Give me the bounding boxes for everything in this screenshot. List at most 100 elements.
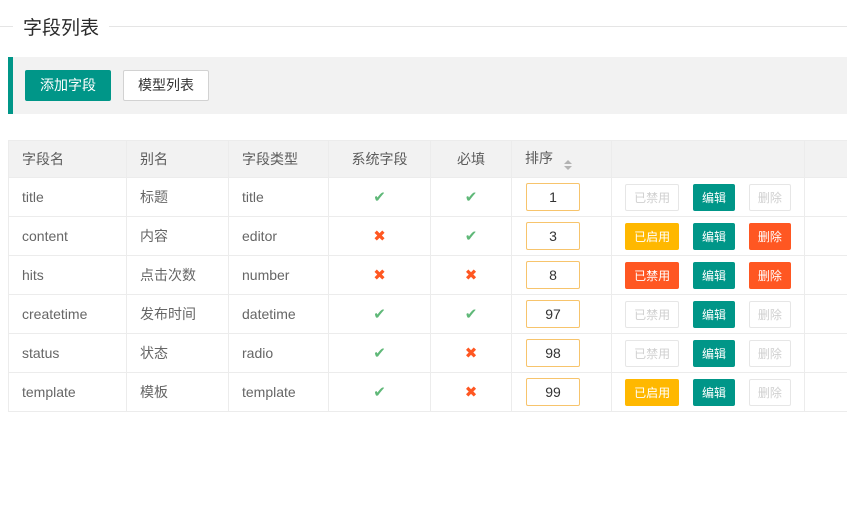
col-header-required: 必填	[431, 141, 512, 178]
table-row: template 模板 template 已启用 编辑 删除	[9, 373, 847, 412]
col-header-alias: 别名	[127, 141, 229, 178]
edit-button[interactable]: 编辑	[693, 262, 735, 289]
delete-button[interactable]: 删除	[749, 262, 791, 289]
title-rule-right	[109, 26, 847, 27]
col-header-sort[interactable]: 排序	[512, 141, 612, 178]
sort-cell	[512, 373, 612, 412]
page-title: 字段列表	[23, 13, 99, 40]
actions-cell: 已禁用 编辑 删除	[612, 256, 805, 295]
status-toggle-button: 已禁用	[625, 340, 679, 367]
field-type-cell: editor	[229, 217, 329, 256]
field-name-cell: content	[9, 217, 127, 256]
required-mark	[465, 306, 478, 323]
spacer-cell	[805, 373, 847, 412]
sort-cell	[512, 217, 612, 256]
alias-cell: 模板	[127, 373, 229, 412]
sort-cell	[512, 256, 612, 295]
table-row: createtime 发布时间 datetime 已禁用 编辑 删除	[9, 295, 847, 334]
field-name-cell: status	[9, 334, 127, 373]
sort-cell	[512, 295, 612, 334]
delete-button: 删除	[749, 184, 791, 211]
system-field-cell	[329, 295, 431, 334]
field-name-cell: template	[9, 373, 127, 412]
sort-input[interactable]	[526, 300, 580, 328]
field-type-cell: title	[229, 178, 329, 217]
add-field-button[interactable]: 添加字段	[25, 70, 111, 101]
status-toggle-button[interactable]: 已启用	[625, 223, 679, 250]
required-cell	[431, 295, 512, 334]
required-cell	[431, 178, 512, 217]
status-toggle-button[interactable]: 已禁用	[625, 262, 679, 289]
status-toggle-button: 已禁用	[625, 301, 679, 328]
system-field-cell	[329, 178, 431, 217]
edit-button[interactable]: 编辑	[693, 223, 735, 250]
title-rule-left	[0, 26, 13, 27]
sort-input[interactable]	[526, 222, 580, 250]
system-field-mark	[373, 384, 386, 401]
system-field-cell	[329, 217, 431, 256]
actions-cell: 已启用 编辑 删除	[612, 373, 805, 412]
system-field-mark	[373, 267, 386, 284]
field-name-cell: title	[9, 178, 127, 217]
table-row: hits 点击次数 number 已禁用 编辑 删除	[9, 256, 847, 295]
col-header-system-field: 系统字段	[329, 141, 431, 178]
required-cell	[431, 217, 512, 256]
spacer-cell	[805, 178, 847, 217]
delete-button[interactable]: 删除	[749, 223, 791, 250]
alias-cell: 状态	[127, 334, 229, 373]
edit-button[interactable]: 编辑	[693, 301, 735, 328]
system-field-mark	[373, 306, 386, 323]
actions-cell: 已禁用 编辑 删除	[612, 178, 805, 217]
required-cell	[431, 256, 512, 295]
spacer-cell	[805, 295, 847, 334]
col-header-sort-label: 排序	[525, 150, 553, 166]
sort-input[interactable]	[526, 378, 580, 406]
required-cell	[431, 373, 512, 412]
spacer-cell	[805, 256, 847, 295]
required-mark	[465, 345, 478, 362]
edit-button[interactable]: 编辑	[693, 340, 735, 367]
sort-input[interactable]	[526, 339, 580, 367]
toolbar: 添加字段 模型列表	[8, 57, 847, 114]
system-field-mark	[373, 228, 386, 245]
actions-cell: 已启用 编辑 删除	[612, 217, 805, 256]
sort-input[interactable]	[526, 183, 580, 211]
sort-cell	[512, 178, 612, 217]
sort-input[interactable]	[526, 261, 580, 289]
alias-cell: 内容	[127, 217, 229, 256]
col-header-spacer	[805, 141, 847, 178]
field-name-cell: createtime	[9, 295, 127, 334]
spacer-cell	[805, 217, 847, 256]
edit-button[interactable]: 编辑	[693, 184, 735, 211]
system-field-mark	[373, 189, 386, 206]
delete-button: 删除	[749, 340, 791, 367]
table-header-row: 字段名 别名 字段类型 系统字段 必填 排序	[9, 141, 847, 178]
model-list-button[interactable]: 模型列表	[123, 70, 209, 101]
col-header-field-type: 字段类型	[229, 141, 329, 178]
col-header-field-name: 字段名	[9, 141, 127, 178]
page-header: 字段列表	[0, 13, 847, 39]
status-toggle-button: 已禁用	[625, 184, 679, 211]
edit-button[interactable]: 编辑	[693, 379, 735, 406]
alias-cell: 点击次数	[127, 256, 229, 295]
delete-button: 删除	[749, 301, 791, 328]
required-mark	[465, 189, 478, 206]
system-field-cell	[329, 334, 431, 373]
required-mark	[465, 384, 478, 401]
delete-button: 删除	[749, 379, 791, 406]
field-type-cell: template	[229, 373, 329, 412]
field-type-cell: datetime	[229, 295, 329, 334]
table-row: content 内容 editor 已启用 编辑 删除	[9, 217, 847, 256]
status-toggle-button[interactable]: 已启用	[625, 379, 679, 406]
col-header-actions	[612, 141, 805, 178]
required-mark	[465, 228, 478, 245]
field-table: 字段名 别名 字段类型 系统字段 必填 排序 title 标题 title 已禁…	[8, 140, 847, 412]
required-mark	[465, 267, 478, 284]
alias-cell: 标题	[127, 178, 229, 217]
field-name-cell: hits	[9, 256, 127, 295]
actions-cell: 已禁用 编辑 删除	[612, 334, 805, 373]
system-field-mark	[373, 345, 386, 362]
alias-cell: 发布时间	[127, 295, 229, 334]
sort-caret-icon[interactable]	[564, 160, 572, 170]
system-field-cell	[329, 373, 431, 412]
